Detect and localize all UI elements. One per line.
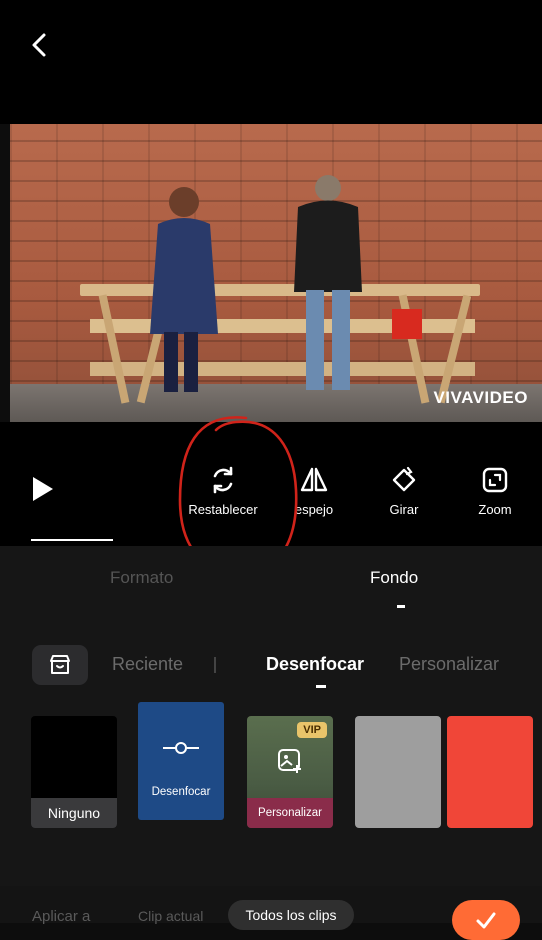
category-recent[interactable]: Reciente <box>112 654 183 675</box>
reset-label: Restablecer <box>188 502 258 517</box>
play-indicator <box>31 539 113 541</box>
rotate-label: Girar <box>389 502 419 517</box>
mirror-button[interactable]: espejo <box>274 464 354 517</box>
rotate-icon <box>392 466 416 492</box>
category-custom[interactable]: Personalizar <box>399 654 499 675</box>
video-preview[interactable]: VIVAVIDEO <box>10 124 542 422</box>
check-icon <box>476 912 496 929</box>
zoom-label: Zoom <box>478 502 512 517</box>
background-none-label: Ninguno <box>31 798 117 828</box>
edit-toolbar: Restablecer espejo Girar Zoom <box>0 422 542 546</box>
play-button[interactable] <box>30 474 56 504</box>
reset-icon <box>213 466 233 494</box>
background-custom[interactable]: VIP Personalizar <box>247 716 333 828</box>
back-button[interactable] <box>26 30 56 60</box>
play-icon <box>33 477 53 501</box>
main-tabs: Formato Fondo <box>0 546 542 613</box>
store-button[interactable] <box>32 645 88 685</box>
add-image-icon <box>278 749 301 773</box>
apply-label: Aplicar a <box>32 908 91 925</box>
top-bar <box>0 0 542 124</box>
store-icon <box>50 655 70 674</box>
background-gray[interactable] <box>355 716 441 828</box>
background-custom-label: Personalizar <box>247 798 333 828</box>
chevron-left-icon <box>32 33 46 57</box>
category-divider <box>214 657 216 673</box>
apply-all-clips[interactable]: Todos los clips <box>228 900 354 930</box>
person-figure <box>294 175 362 390</box>
apply-bar: Aplicar a Clip actual Todos los clips <box>0 886 542 940</box>
reset-button[interactable]: Restablecer <box>183 464 263 517</box>
tab-indicator <box>397 605 405 608</box>
background-blur-label: Desenfocar <box>151 786 211 798</box>
slider-icon <box>163 742 199 754</box>
person-figure <box>150 187 218 392</box>
watermark: VIVAVIDEO <box>433 388 528 407</box>
zoom-button[interactable]: Zoom <box>455 464 535 517</box>
background-red[interactable] <box>447 716 533 828</box>
rotate-button[interactable]: Girar <box>364 464 444 517</box>
background-panel: Reciente Desenfocar Personalizar Ninguno… <box>0 612 542 886</box>
background-blur[interactable]: Desenfocar <box>138 702 224 820</box>
category-indicator <box>316 685 326 688</box>
zoom-icon <box>482 467 508 493</box>
apply-current-clip[interactable]: Clip actual <box>138 908 203 924</box>
confirm-button[interactable] <box>452 900 520 940</box>
mirror-icon <box>300 467 328 492</box>
tab-background[interactable]: Fondo <box>370 568 418 588</box>
mirror-label: espejo <box>294 502 334 517</box>
background-none[interactable]: Ninguno <box>31 716 117 828</box>
tab-format[interactable]: Formato <box>110 568 173 588</box>
category-blur[interactable]: Desenfocar <box>266 654 364 675</box>
vip-badge: VIP <box>297 722 327 738</box>
